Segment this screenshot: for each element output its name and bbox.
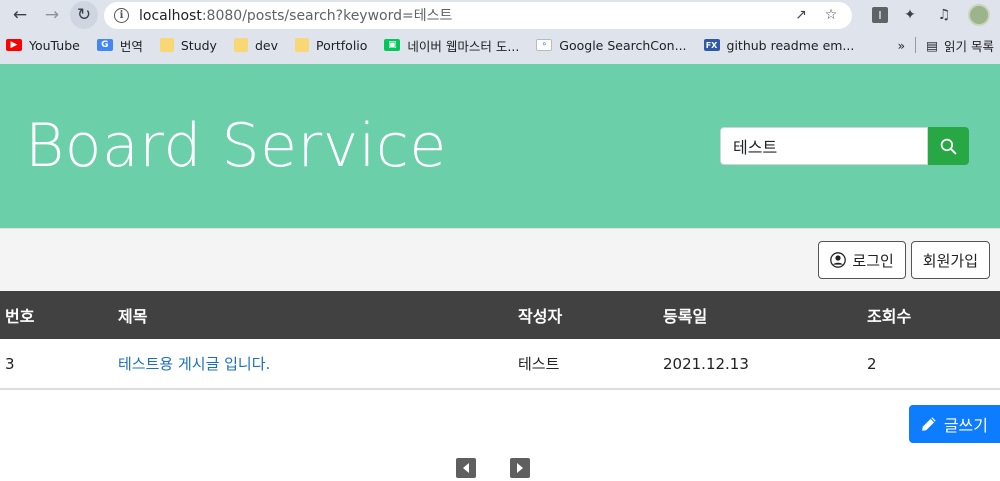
login-label: 로그인 xyxy=(852,251,894,270)
site-info-icon[interactable]: i xyxy=(114,7,129,23)
signup-label: 회원가입 xyxy=(922,251,978,270)
write-post-label: 글쓰기 xyxy=(943,416,988,435)
search-button[interactable] xyxy=(928,127,969,165)
signup-button[interactable]: 회원가입 xyxy=(910,241,990,279)
browser-chrome: ← → ↻ i localhost:8080/posts/search?keyw… xyxy=(0,0,1000,64)
pagination xyxy=(0,458,1000,478)
browser-toolbar: ← → ↻ i localhost:8080/posts/search?keyw… xyxy=(0,0,1000,30)
bookmark-study[interactable]: Study xyxy=(159,37,217,53)
url-host: localhost xyxy=(139,8,202,24)
reading-list-icon: ▤ xyxy=(926,37,939,53)
post-author: 테스트 xyxy=(518,355,560,373)
table-header: 번호 제목 작성자 등록일 조회수 xyxy=(0,291,1000,339)
bookmark-label: dev xyxy=(254,37,278,53)
folder-icon xyxy=(159,38,174,52)
address-bar[interactable]: i localhost:8080/posts/search?keyword=테스… xyxy=(104,1,852,29)
share-icon[interactable]: ↗ xyxy=(790,7,812,23)
post-date: 2021.12.13 xyxy=(663,354,749,373)
extension-i-icon[interactable]: I xyxy=(872,7,888,23)
media-control-icon[interactable]: ♫ xyxy=(932,3,956,27)
bookmark-naver-webmaster[interactable]: ▣ 네이버 웹마스터 도... xyxy=(384,36,519,55)
translate-icon: G xyxy=(96,39,113,51)
bookmark-youtube[interactable]: ▶ YouTube xyxy=(6,38,80,53)
post-number: 3 xyxy=(5,354,15,373)
bookmark-label: github readme em... xyxy=(726,37,855,53)
reading-list-button[interactable]: ▤ 읽기 목록 xyxy=(926,36,994,55)
reading-list-label: 읽기 목록 xyxy=(944,38,994,54)
bookmark-label: Portfolio xyxy=(315,37,368,53)
bookmark-label: 번역 xyxy=(119,38,143,54)
bookmark-portfolio[interactable]: Portfolio xyxy=(294,37,368,53)
bookmark-label: 네이버 웹마스터 도... xyxy=(407,38,520,54)
pencil-icon xyxy=(922,417,936,431)
bookmark-label: YouTube xyxy=(29,37,80,53)
extensions-puzzle-icon[interactable]: ✦ xyxy=(898,3,922,27)
profile-avatar[interactable] xyxy=(968,4,990,26)
write-row: 글쓰기 xyxy=(0,405,1000,443)
url-text[interactable]: localhost:8080/posts/search?keyword=테스트 xyxy=(139,5,782,25)
table-row: 3 테스트용 게시글 입니다. 테스트 2021.12.13 2 xyxy=(0,339,1000,389)
forward-arrow-icon[interactable]: → xyxy=(38,1,66,29)
post-views: 2 xyxy=(867,354,877,373)
write-post-button[interactable]: 글쓰기 xyxy=(908,405,1000,443)
next-page-button[interactable] xyxy=(509,458,530,478)
column-header-views: 조회수 xyxy=(867,307,912,326)
column-header-title: 제목 xyxy=(118,307,148,326)
folder-icon xyxy=(233,38,248,52)
table-body: 3 테스트용 게시글 입니다. 테스트 2021.12.13 2 xyxy=(0,339,1000,389)
bookmark-translate[interactable]: G 번역 xyxy=(96,36,143,55)
bookmark-google-search-console[interactable]: ⚬ Google SearchCon... xyxy=(536,37,687,53)
caret-left-icon xyxy=(462,463,469,473)
search-input[interactable] xyxy=(720,127,928,165)
site-header: Board Service xyxy=(0,64,1000,228)
url-path: :8080/posts/search?keyword=테스트 xyxy=(201,8,453,24)
user-circle-icon xyxy=(830,252,847,268)
posts-table: 번호 제목 작성자 등록일 조회수 3 테스트용 게시글 입니다. 테스트 20… xyxy=(0,291,1000,390)
bookmarks-bar: ▶ YouTube G 번역 Study dev Portfolio ▣ 네이버… xyxy=(0,30,1000,60)
post-title-link[interactable]: 테스트용 게시글 입니다. xyxy=(118,355,270,373)
naver-icon: ▣ xyxy=(384,39,401,51)
column-header-author: 작성자 xyxy=(518,307,563,326)
table-header-row: 번호 제목 작성자 등록일 조회수 xyxy=(0,291,1000,339)
bookmarks-overflow: » ▤ 읽기 목록 xyxy=(898,36,994,55)
search-icon xyxy=(940,138,957,154)
bookmarks-divider xyxy=(915,37,917,53)
bookmark-label: Study xyxy=(180,37,217,53)
bookmark-github-readme[interactable]: FX github readme em... xyxy=(703,37,855,53)
search-form xyxy=(720,127,969,165)
reload-icon[interactable]: ↻ xyxy=(70,1,98,29)
login-button[interactable]: 로그인 xyxy=(818,241,906,279)
post-title-cell: 테스트용 게시글 입니다. xyxy=(118,339,518,389)
bookmark-dev[interactable]: dev xyxy=(233,37,278,53)
column-header-number: 번호 xyxy=(5,307,35,326)
youtube-icon: ▶ xyxy=(6,39,22,51)
auth-bar: 로그인 회원가입 xyxy=(0,228,1000,291)
more-bookmarks-button[interactable]: » xyxy=(898,38,906,53)
bookmark-star-icon[interactable]: ☆ xyxy=(820,7,842,23)
brand-title[interactable]: Board Service xyxy=(25,111,447,181)
bookmark-label: Google SearchCon... xyxy=(559,37,687,53)
column-header-date: 등록일 xyxy=(663,307,708,326)
back-arrow-icon[interactable]: ← xyxy=(6,1,34,29)
folder-icon xyxy=(294,38,309,52)
caret-right-icon xyxy=(516,463,523,473)
google-search-console-icon: ⚬ xyxy=(536,39,553,51)
fx-icon: FX xyxy=(703,39,720,51)
prev-page-button[interactable] xyxy=(455,458,476,478)
